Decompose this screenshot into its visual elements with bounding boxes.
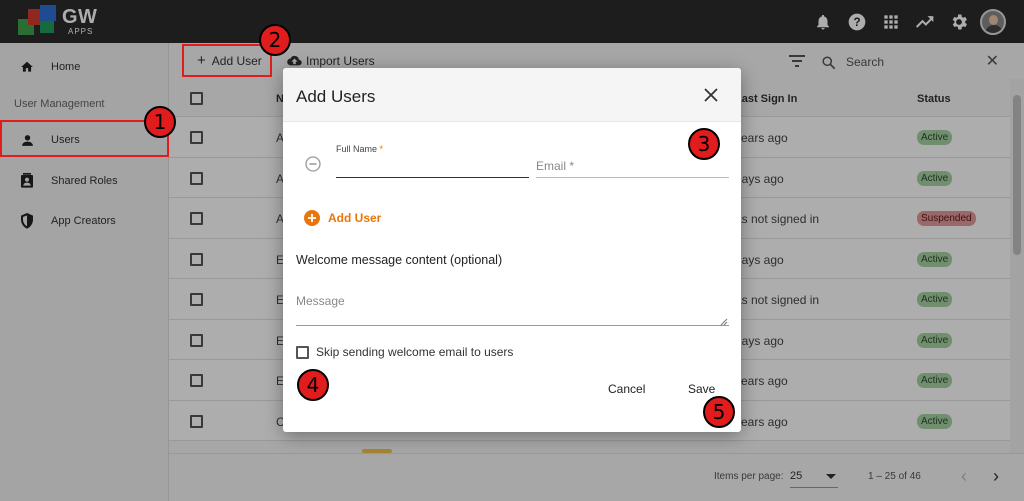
cancel-button[interactable]: Cancel [608, 382, 645, 396]
callout-4: 4 [297, 369, 329, 401]
email-underline [536, 177, 729, 178]
add-users-dialog: Add Users Full Name * Email * Add User W… [283, 68, 741, 432]
message-textarea[interactable]: Message [296, 294, 345, 308]
add-user-row-button[interactable]: Add User [304, 209, 381, 227]
skip-welcome-email-checkbox[interactable] [296, 345, 309, 359]
dialog-title: Add Users [296, 87, 376, 106]
callout-1: 1 [144, 106, 176, 138]
remove-row-icon[interactable] [305, 156, 321, 172]
add-circle-icon [304, 210, 320, 226]
add-user-label: Add User [328, 211, 382, 225]
save-button[interactable]: Save [688, 382, 715, 396]
skip-welcome-email-label: Skip sending welcome email to users [316, 345, 514, 359]
required-mark: * [379, 144, 384, 154]
close-icon[interactable] [703, 87, 719, 103]
welcome-message-label: Welcome message content (optional) [296, 253, 503, 267]
full-name-label-text: Full Name [336, 144, 378, 154]
full-name-underline [336, 177, 529, 178]
full-name-field[interactable] [336, 156, 529, 176]
dialog-header: Add Users [283, 68, 741, 122]
callout-3: 3 [688, 128, 720, 160]
highlight-add-user [182, 44, 272, 77]
email-field[interactable]: Email * [536, 159, 574, 173]
full-name-label: Full Name * [336, 144, 383, 154]
callout-5: 5 [703, 396, 735, 428]
callout-2: 2 [259, 24, 291, 56]
resize-handle-icon[interactable] [720, 314, 728, 326]
skip-welcome-email-option[interactable]: Skip sending welcome email to users [296, 344, 513, 360]
message-underline [296, 325, 729, 326]
